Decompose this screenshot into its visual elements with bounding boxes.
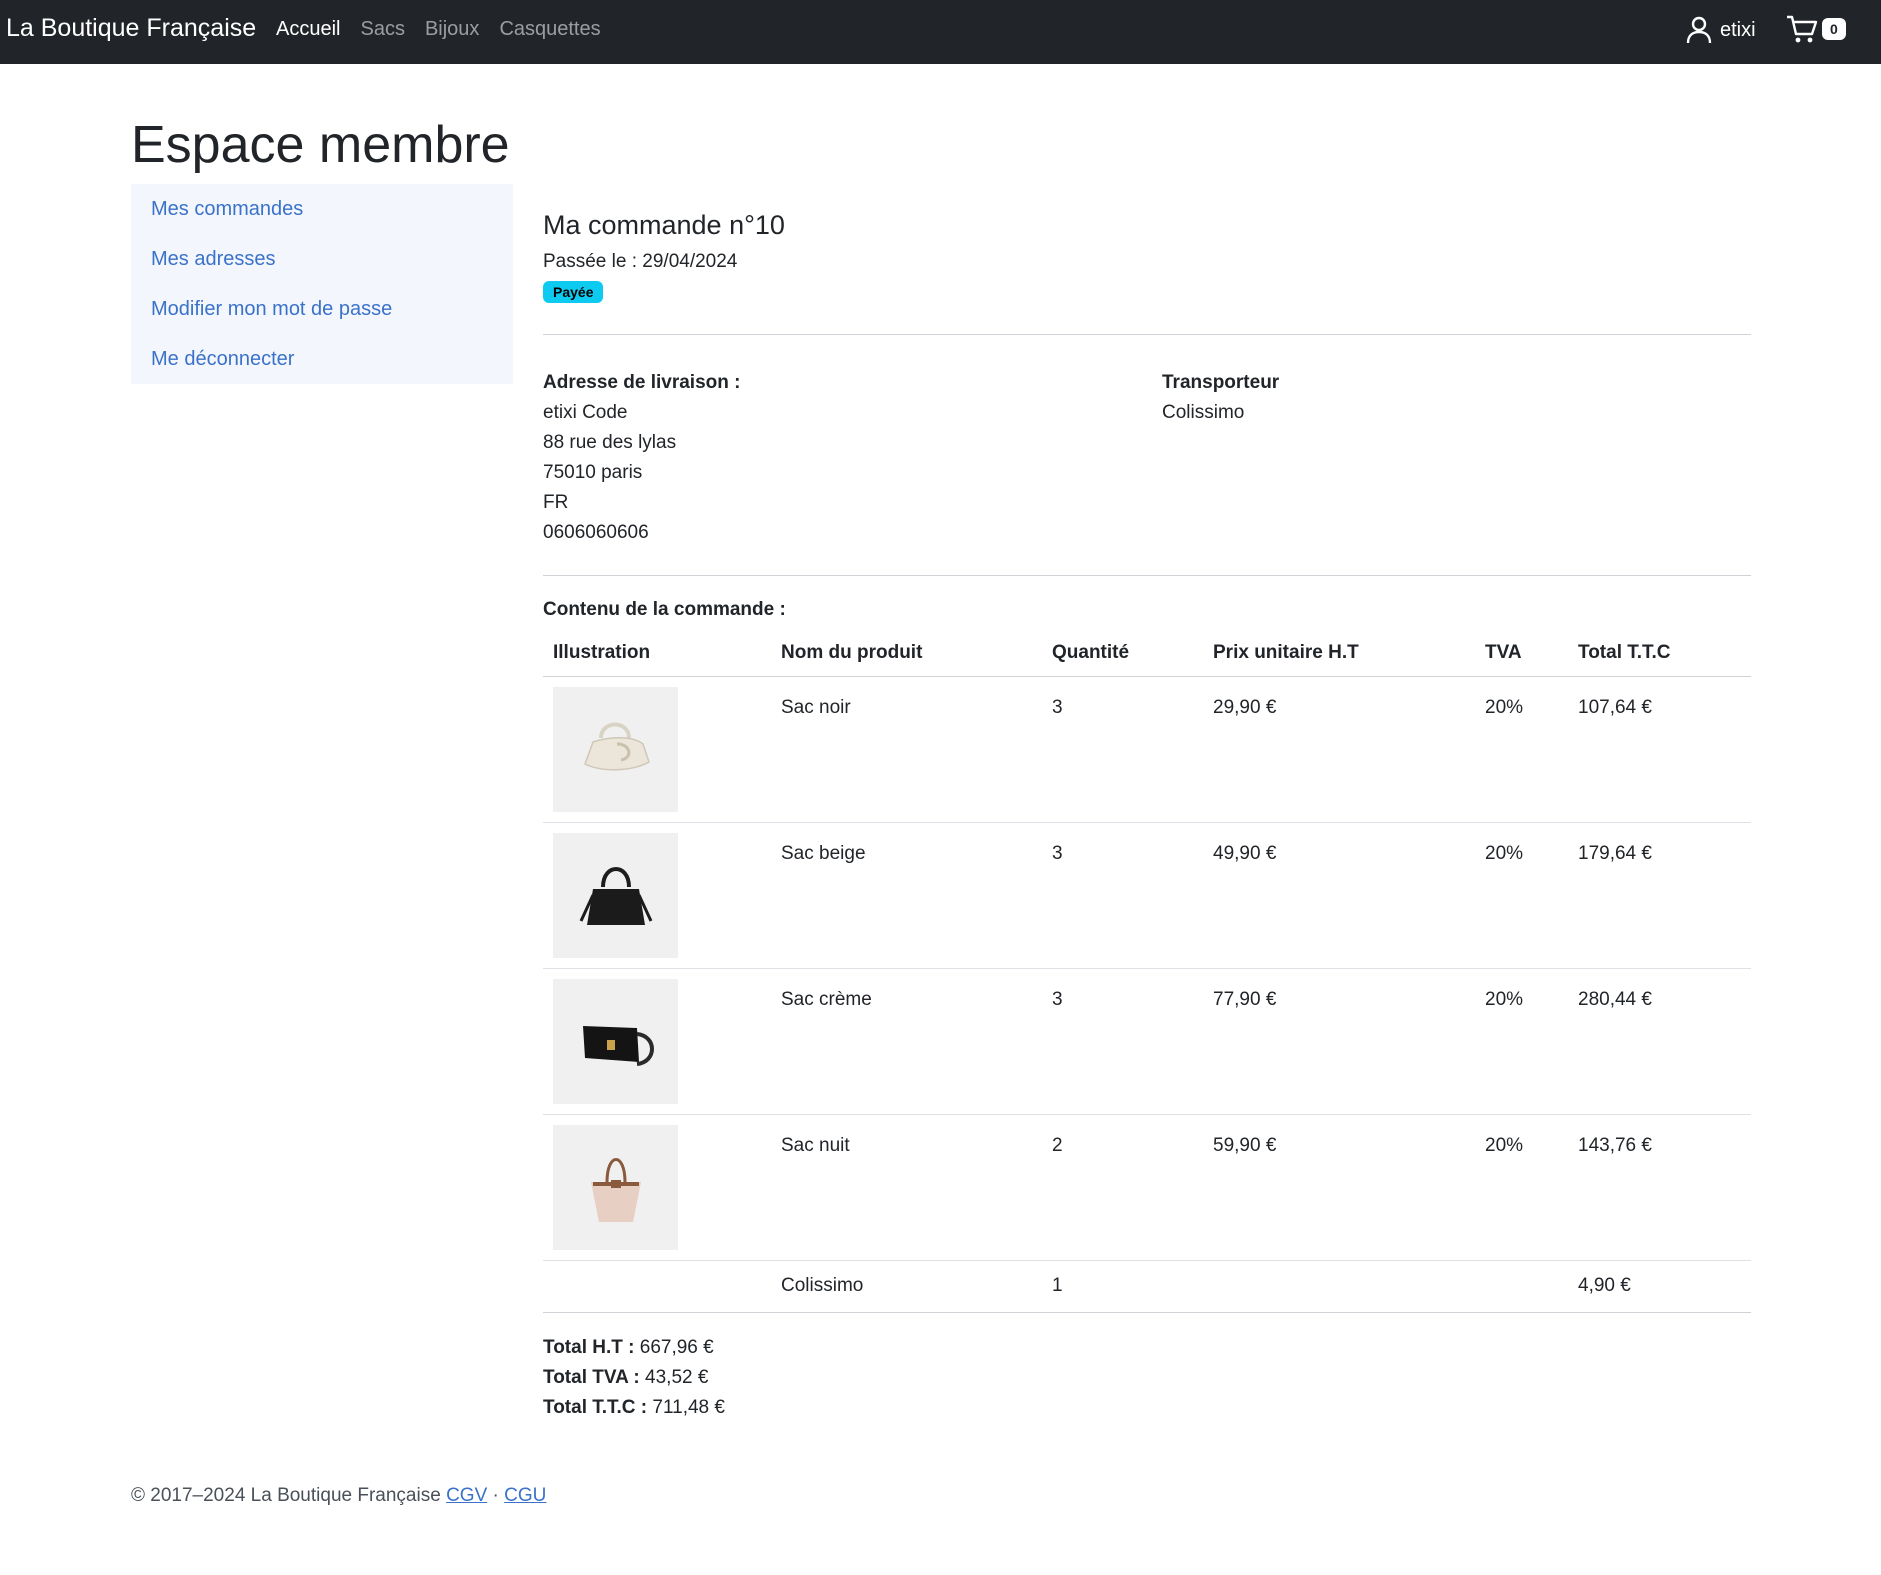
sidebar-item-addresses[interactable]: Mes adresses — [131, 234, 513, 284]
product-total: 179,64 € — [1568, 822, 1751, 969]
product-image — [553, 978, 678, 1104]
nav-link-sacs[interactable]: Sacs — [360, 18, 404, 41]
order-items-table: Illustration Nom du produit Quantité Pri… — [543, 630, 1751, 1313]
product-unit-price: 59,90 € — [1203, 1114, 1475, 1261]
copyright-text: © 2017–2024 La Boutique Française — [131, 1485, 441, 1506]
bag-pink-tote-icon — [590, 1158, 641, 1222]
total-ttc: Total T.T.C : 711,48 € — [543, 1397, 725, 1418]
column-header: TVA — [1475, 630, 1568, 677]
product-tva: 20% — [1475, 676, 1568, 823]
table-row: Sac beige 3 49,90 € 20% 179,64 € — [543, 822, 1751, 969]
shipping-qty: 1 — [1042, 1260, 1203, 1313]
address-line: etixi Code — [543, 402, 628, 423]
status-badge: Payée — [543, 281, 604, 303]
divider — [543, 334, 1751, 335]
carrier-name: Colissimo — [1162, 402, 1245, 423]
product-qty: 2 — [1042, 1114, 1203, 1261]
sidebar-item-orders[interactable]: Mes commandes — [131, 198, 513, 234]
order-totals: Total H.T : 667,96 € Total TVA : 43,52 €… — [543, 1333, 725, 1423]
total-tva: Total TVA : 43,52 € — [543, 1367, 709, 1388]
cart-button[interactable]: 0 — [1786, 14, 1846, 44]
product-total: 107,64 € — [1568, 676, 1751, 823]
address-line: FR — [543, 492, 569, 513]
product-unit-price: 77,90 € — [1203, 968, 1475, 1115]
cgu-link[interactable]: CGU — [504, 1485, 546, 1506]
sidebar-item-password[interactable]: Modifier mon mot de passe — [131, 284, 513, 334]
shipping-row: Colissimo 1 4,90 € — [543, 1260, 1751, 1313]
product-tva: 20% — [1475, 968, 1568, 1115]
column-header: Nom du produit — [771, 630, 1042, 677]
cgv-link[interactable]: CGV — [446, 1485, 487, 1506]
product-name: Sac nuit — [771, 1114, 1042, 1261]
sidebar-item-logout[interactable]: Me déconnecter — [131, 334, 513, 384]
product-total: 143,76 € — [1568, 1114, 1751, 1261]
bag-black-crossbody-icon — [582, 1026, 654, 1066]
contents-label: Contenu de la commande : — [543, 599, 786, 620]
brand-logo[interactable]: La Boutique Française — [6, 14, 256, 43]
table-row: Sac nuit 2 59,90 € 20% 143,76 € — [543, 1114, 1751, 1261]
member-sidebar: Mes commandes Mes adresses Modifier mon … — [131, 184, 513, 384]
order-title: Ma commande n°10 — [543, 210, 785, 240]
order-header: Ma commande n°10 Passée le : 29/04/2024 … — [543, 210, 1751, 303]
product-image — [553, 832, 678, 958]
order-date: Passée le : 29/04/2024 — [543, 251, 738, 272]
product-qty: 3 — [1042, 968, 1203, 1115]
table-header-row: Illustration Nom du produit Quantité Pri… — [543, 630, 1751, 677]
product-unit-price: 49,90 € — [1203, 822, 1475, 969]
address-line: 0606060606 — [543, 522, 649, 543]
footer-separator: · — [492, 1485, 499, 1506]
product-tva: 20% — [1475, 1114, 1568, 1261]
account-link[interactable]: etixi — [1686, 16, 1756, 44]
product-tva: 20% — [1475, 822, 1568, 969]
top-navbar: La Boutique Française Accueil Sacs Bijou… — [0, 0, 1881, 64]
carrier-info: Transporteur Colissimo — [1162, 368, 1279, 428]
bag-cream-icon — [583, 722, 650, 771]
shipping-name: Colissimo — [771, 1260, 1042, 1313]
carrier-label: Transporteur — [1162, 372, 1280, 393]
column-header: Quantité — [1042, 630, 1203, 677]
product-image — [553, 686, 678, 812]
nav-link-casquettes[interactable]: Casquettes — [499, 18, 600, 41]
product-unit-price: 29,90 € — [1203, 676, 1475, 823]
shipping-total: 4,90 € — [1568, 1260, 1751, 1313]
username: etixi — [1720, 18, 1756, 41]
column-header: Illustration — [543, 630, 771, 677]
user-icon — [1686, 16, 1712, 44]
nav-links: Accueil Sacs Bijoux Casquettes — [276, 18, 601, 41]
total-ht: Total H.T : 667,96 € — [543, 1337, 714, 1358]
product-total: 280,44 € — [1568, 968, 1751, 1115]
product-qty: 3 — [1042, 822, 1203, 969]
page-title: Espace membre — [131, 116, 510, 174]
product-name: Sac beige — [771, 822, 1042, 969]
product-name: Sac crème — [771, 968, 1042, 1115]
nav-link-bijoux[interactable]: Bijoux — [425, 18, 479, 41]
product-name: Sac noir — [771, 676, 1042, 823]
delivery-label: Adresse de livraison : — [543, 372, 741, 393]
divider — [543, 575, 1751, 576]
table-row: Sac crème 3 77,90 € 20% 280,44 € — [543, 968, 1751, 1115]
delivery-address: Adresse de livraison : etixi Code 88 rue… — [543, 368, 740, 548]
column-header: Total T.T.C — [1568, 630, 1751, 677]
product-image — [553, 1124, 678, 1250]
address-line: 75010 paris — [543, 462, 643, 483]
column-header: Prix unitaire H.T — [1203, 630, 1475, 677]
cart-icon — [1787, 15, 1818, 43]
address-line: 88 rue des lylas — [543, 432, 677, 453]
footer: © 2017–2024 La Boutique Française CGV · … — [131, 1485, 546, 1507]
bag-black-tote-icon — [579, 867, 652, 925]
cart-count-badge: 0 — [1822, 18, 1846, 40]
table-row: Sac noir 3 29,90 € 20% 107,64 € — [543, 676, 1751, 823]
product-qty: 3 — [1042, 676, 1203, 823]
nav-link-accueil[interactable]: Accueil — [276, 18, 340, 41]
